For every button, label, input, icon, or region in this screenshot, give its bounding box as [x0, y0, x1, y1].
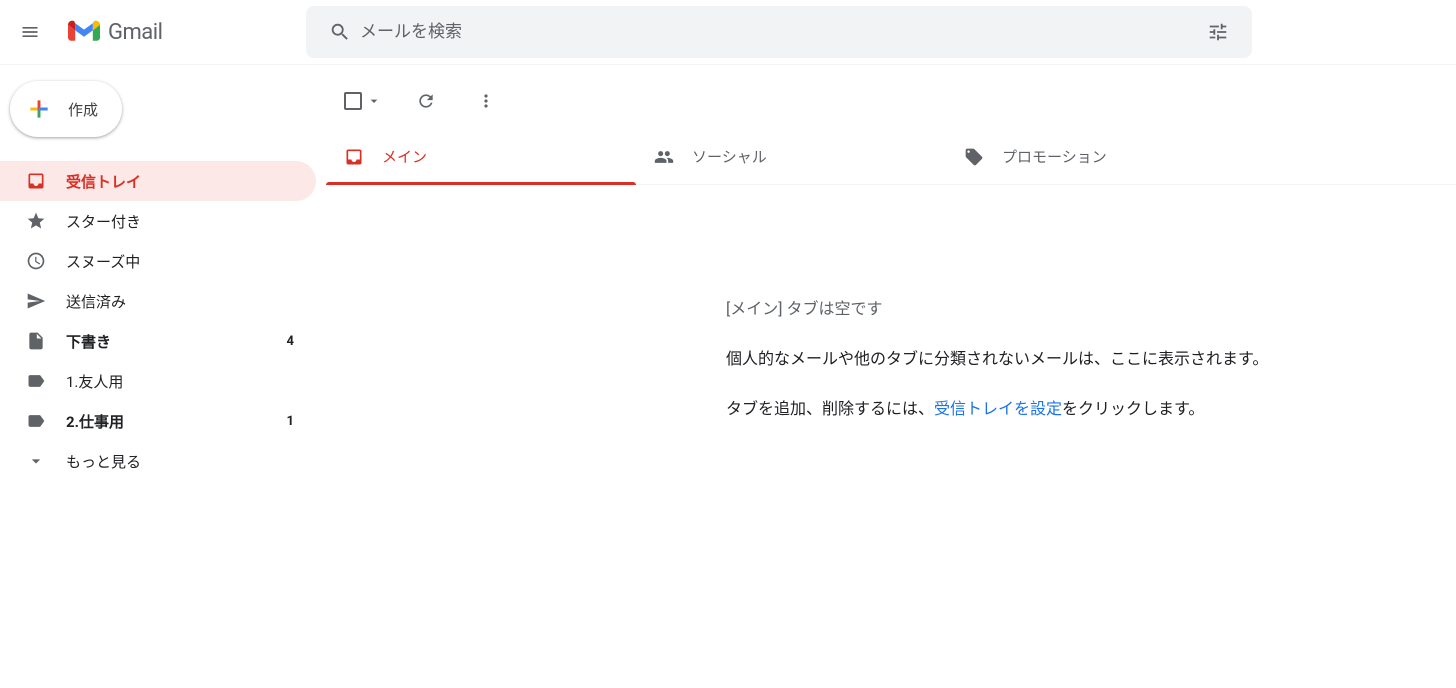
- compose-button[interactable]: 作成: [10, 81, 122, 137]
- sidebar-nav: 受信トレイ スター付き スヌーズ中 送信済み 下書き 4: [0, 153, 326, 481]
- checkbox-icon: [344, 92, 362, 110]
- sidebar-item-starred[interactable]: スター付き: [0, 201, 316, 241]
- gmail-m-icon: [68, 20, 100, 44]
- sidebar-count: 1: [287, 414, 304, 429]
- empty-post: をクリックします。: [1062, 399, 1204, 418]
- empty-line2: タブを追加、削除するには、受信トレイを設定をクリックします。: [726, 395, 1456, 419]
- sidebar-item-drafts[interactable]: 下書き 4: [0, 321, 316, 361]
- compose-label: 作成: [68, 99, 98, 120]
- send-icon: [26, 291, 46, 311]
- sidebar-item-inbox[interactable]: 受信トレイ: [0, 161, 316, 201]
- tab-primary[interactable]: メイン: [326, 129, 636, 184]
- refresh-icon: [416, 91, 436, 111]
- people-icon: [654, 147, 674, 167]
- label-icon: [26, 411, 46, 431]
- search-icon: [320, 12, 360, 52]
- sidebar-item-snoozed[interactable]: スヌーズ中: [0, 241, 316, 281]
- dropdown-arrow-icon: [366, 93, 382, 109]
- sidebar-label: 2.仕事用: [66, 411, 287, 432]
- sidebar-item-label-1[interactable]: 1.友人用: [0, 361, 316, 401]
- sidebar-label: 受信トレイ: [66, 171, 294, 192]
- main-menu-button[interactable]: [16, 8, 64, 56]
- sidebar-count: 4: [287, 334, 304, 349]
- sidebar-label: スター付き: [66, 211, 304, 232]
- main-pane: メイン ソーシャル プロモーション [メイン] タブは空です 個人的なメールや他…: [326, 65, 1456, 481]
- sidebar-label: 1.友人用: [66, 371, 304, 392]
- empty-pre: タブを追加、削除するには、: [726, 399, 934, 418]
- inbox-icon: [26, 171, 46, 191]
- sidebar-item-sent[interactable]: 送信済み: [0, 281, 316, 321]
- sidebar-label: もっと見る: [66, 451, 304, 472]
- hamburger-icon: [20, 22, 40, 42]
- app-name: Gmail: [108, 20, 162, 45]
- more-button[interactable]: [466, 81, 506, 121]
- search-options-button[interactable]: [1198, 12, 1238, 52]
- tab-social[interactable]: ソーシャル: [636, 129, 946, 184]
- sidebar-item-label-2[interactable]: 2.仕事用 1: [0, 401, 316, 441]
- refresh-button[interactable]: [406, 81, 446, 121]
- tune-icon: [1207, 21, 1229, 43]
- tag-icon: [964, 147, 984, 167]
- star-icon: [26, 211, 46, 231]
- empty-desc: 個人的なメールや他のタブに分類されないメールは、ここに表示されます。: [726, 345, 1456, 369]
- label-icon: [26, 371, 46, 391]
- empty-state: [メイン] タブは空です 個人的なメールや他のタブに分類されないメールは、ここに…: [326, 185, 1456, 419]
- sidebar-label: 下書き: [66, 331, 287, 352]
- configure-inbox-link[interactable]: 受信トレイを設定: [934, 399, 1062, 418]
- more-vert-icon: [476, 91, 496, 111]
- clock-icon: [26, 251, 46, 271]
- search-box[interactable]: [306, 6, 1252, 58]
- chevron-down-icon: [26, 451, 46, 471]
- tab-label: メイン: [382, 146, 427, 167]
- search-input[interactable]: [360, 22, 1198, 42]
- sidebar-label: スヌーズ中: [66, 251, 304, 272]
- gmail-logo[interactable]: Gmail: [68, 20, 306, 45]
- file-icon: [26, 331, 46, 351]
- tab-label: ソーシャル: [692, 146, 767, 167]
- select-all-checkbox[interactable]: [340, 88, 386, 114]
- empty-title: [メイン] タブは空です: [726, 295, 1456, 319]
- sidebar-item-more[interactable]: もっと見る: [0, 441, 316, 481]
- inbox-icon: [344, 147, 364, 167]
- tab-label: プロモーション: [1002, 146, 1107, 167]
- toolbar: [326, 77, 1456, 125]
- sidebar: 作成 受信トレイ スター付き スヌーズ中 送信済み 下書き: [0, 65, 326, 481]
- tab-promotions[interactable]: プロモーション: [946, 129, 1256, 184]
- sidebar-label: 送信済み: [66, 291, 304, 312]
- category-tabs: メイン ソーシャル プロモーション: [326, 129, 1456, 185]
- header: Gmail: [0, 0, 1456, 64]
- plus-icon: [26, 96, 52, 122]
